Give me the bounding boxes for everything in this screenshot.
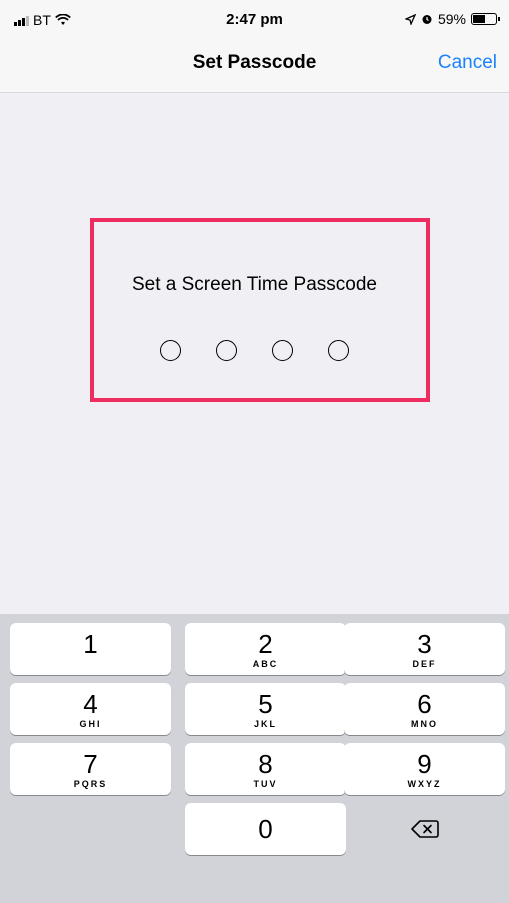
alarm-icon [422,15,432,24]
passcode-dot [216,340,237,361]
key-6[interactable]: 6 MNO [344,683,505,735]
key-4[interactable]: 4 GHI [10,683,171,735]
passcode-dot [272,340,293,361]
numeric-keypad: 1 2 ABC 3 DEF 4 GHI 5 JKL 6 MNO 7 PQRS 8 TUV 9W… [0,614,509,903]
location-arrow-icon [404,13,416,25]
status-right: 59% [404,11,500,27]
delete-backspace-icon [410,820,439,838]
key-0[interactable]: 0 [185,803,346,855]
navigation-bar: Set Passcode Cancel [0,38,509,93]
status-bar: BT 2:47 pm 59% [0,0,509,38]
passcode-dot [328,340,349,361]
key-8[interactable]: 8 TUV [185,743,346,795]
key-1[interactable]: 1 [10,623,171,675]
passcode-dot [160,340,181,361]
key-2[interactable]: 2 ABC [185,623,346,675]
passcode-prompt: Set a Screen Time Passcode [131,274,377,295]
key-7[interactable]: 7 PQRS [10,743,171,795]
cancel-button[interactable]: Cancel [438,52,497,74]
key-3[interactable]: 3 DEF [344,623,505,675]
battery-percent: 59% [437,11,466,27]
key-5[interactable]: 5 JKL [185,683,346,735]
page-title: Set Passcode [192,52,317,73]
delete-key[interactable] [344,803,505,855]
key-9[interactable]: 9 WXYZ [344,743,505,795]
passcode-dots [0,340,509,361]
battery-icon [471,13,500,25]
highlight-box [90,218,430,402]
